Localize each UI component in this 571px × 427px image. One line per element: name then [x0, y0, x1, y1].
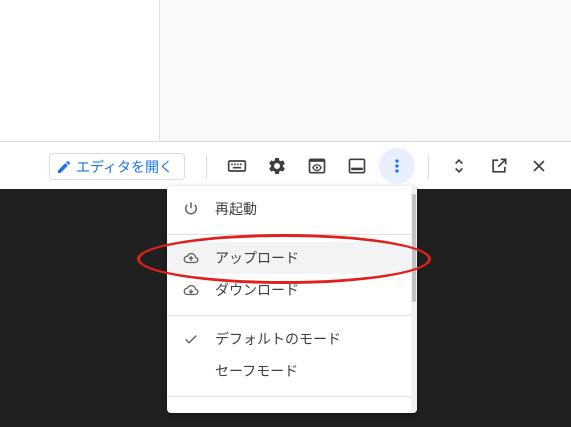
settings-icon[interactable] [259, 148, 295, 184]
menu-item-download[interactable]: ダウンロード [167, 274, 411, 306]
terminal-toolbar: エディタを開く [0, 141, 571, 189]
menu-item-default-mode[interactable]: デフォルトのモード [167, 323, 411, 355]
web-preview-icon[interactable] [299, 148, 335, 184]
menu-item-restart[interactable]: 再起動 [167, 193, 411, 225]
menu-separator [167, 315, 411, 316]
menu-separator [167, 396, 411, 397]
pencil-icon [58, 160, 71, 173]
scrollbar-thumb[interactable] [412, 194, 416, 302]
cloud-upload-icon [167, 249, 215, 267]
toolbar-separator [206, 155, 207, 179]
menu-item-label: デフォルトのモード [215, 332, 341, 348]
open-in-new-icon[interactable] [481, 148, 517, 184]
keyboard-icon[interactable] [219, 148, 255, 184]
power-icon [167, 200, 215, 218]
more-vert-icon[interactable] [379, 148, 415, 184]
check-icon [167, 330, 215, 348]
menu-item-label: アップロード [215, 251, 299, 267]
open-editor-button[interactable]: エディタを開く [49, 153, 185, 180]
menu-item-upload[interactable]: アップロード [167, 242, 411, 274]
panel-icon[interactable] [339, 148, 375, 184]
menu-item-label: セーフモード [215, 364, 299, 380]
menu-item-label: ダウンロード [215, 283, 299, 299]
close-icon[interactable] [521, 148, 557, 184]
menu-item-safe-mode[interactable]: セーフモード [167, 355, 411, 387]
expand-icon[interactable] [441, 148, 477, 184]
open-editor-label: エディタを開く [76, 159, 174, 176]
left-pane [0, 0, 159, 141]
more-actions-menu: 再起動 アップロード ダウンロード デフォルトのモード セーフモード [167, 186, 417, 413]
right-pane [160, 0, 571, 141]
menu-separator [167, 234, 411, 235]
toolbar-separator [428, 155, 429, 179]
menu-item-label: 再起動 [215, 202, 257, 218]
menu-scrollbar[interactable] [411, 186, 417, 413]
cloud-download-icon [167, 281, 215, 299]
